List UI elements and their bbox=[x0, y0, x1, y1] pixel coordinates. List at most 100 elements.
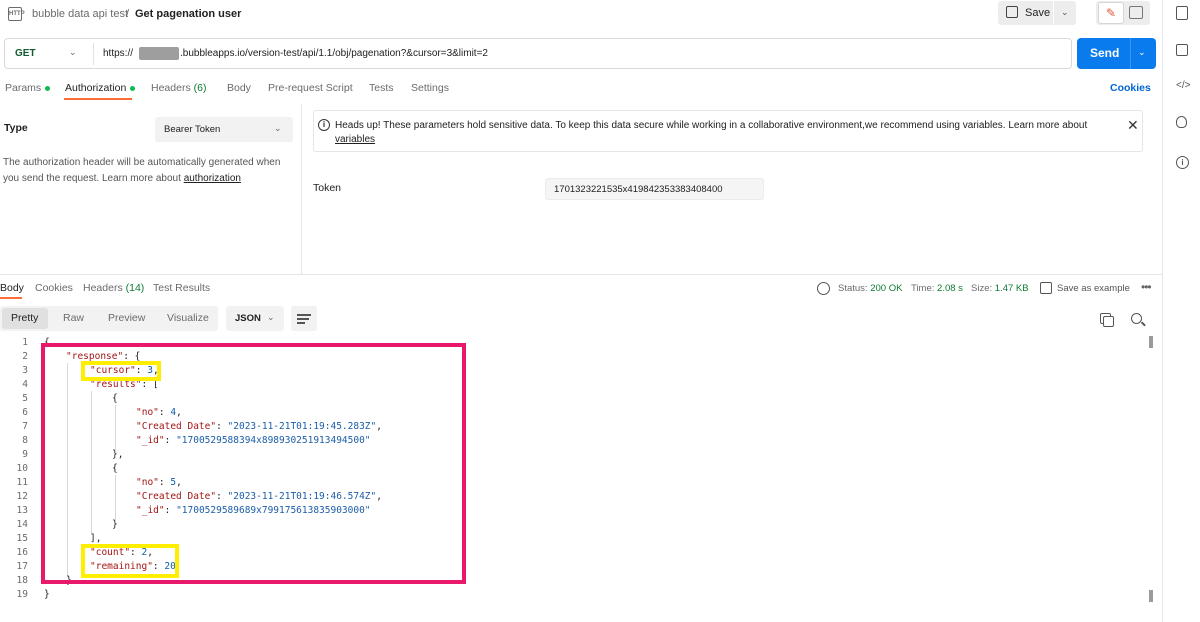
tab-authorization[interactable]: Authorization bbox=[65, 82, 136, 94]
response-tab-test-results[interactable]: Test Results bbox=[153, 282, 210, 294]
response-tab-headers-count: (14) bbox=[125, 282, 145, 294]
line-number: 9 bbox=[22, 449, 28, 460]
view-visualize[interactable]: Visualize bbox=[167, 312, 209, 324]
save-button[interactable]: Save ⌄ bbox=[998, 1, 1076, 25]
lightbulb-icon[interactable] bbox=[1176, 116, 1187, 128]
scrollbar-thumb[interactable] bbox=[1149, 590, 1153, 602]
info-icon[interactable]: i bbox=[1176, 156, 1189, 169]
size-readout[interactable]: Size: 1.47 KB bbox=[971, 283, 1029, 294]
tab-tests[interactable]: Tests bbox=[369, 82, 394, 94]
scrollbar-thumb[interactable] bbox=[1149, 336, 1153, 348]
format-select[interactable]: JSON ⌄ bbox=[226, 306, 284, 331]
method-select[interactable]: GET bbox=[15, 48, 36, 59]
auth-type-value: Bearer Token bbox=[164, 124, 221, 135]
wrap-icon bbox=[297, 314, 311, 316]
response-tab-headers-label: Headers bbox=[83, 282, 123, 294]
response-tab-body[interactable]: Body bbox=[0, 282, 24, 294]
save-icon bbox=[1006, 6, 1018, 18]
document-icon[interactable] bbox=[1129, 6, 1143, 19]
chevron-down-icon[interactable]: ⌄ bbox=[69, 47, 77, 58]
save-icon[interactable] bbox=[1040, 282, 1052, 294]
more-options-icon[interactable]: ••• bbox=[1141, 280, 1152, 294]
line-number: 1 bbox=[22, 337, 28, 348]
view-preview[interactable]: Preview bbox=[108, 312, 145, 324]
save-as-example-button[interactable]: Save as example bbox=[1057, 283, 1130, 294]
notice-body: Heads up! These parameters hold sensitiv… bbox=[335, 120, 1088, 131]
url-input[interactable]: .bubbleapps.io/version-test/api/1.1/obj/… bbox=[180, 48, 488, 59]
tab-prerequest-script[interactable]: Pre-request Script bbox=[268, 82, 353, 94]
token-label: Token bbox=[313, 182, 342, 194]
breadcrumb-collection[interactable]: bubble data api test bbox=[32, 8, 128, 20]
close-icon[interactable]: ✕ bbox=[1127, 117, 1139, 134]
tab-params-label: Params bbox=[5, 82, 42, 94]
wrap-lines-button[interactable] bbox=[291, 306, 317, 331]
url-divider bbox=[93, 43, 94, 65]
save-label: Save bbox=[1025, 7, 1051, 19]
size-label: Size: bbox=[971, 283, 993, 294]
line-number: 11 bbox=[16, 477, 28, 488]
line-number: 14 bbox=[16, 519, 28, 530]
chevron-down-icon: ⌄ bbox=[274, 123, 282, 133]
tab-headers-label: Headers bbox=[151, 82, 191, 94]
tab-body[interactable]: Body bbox=[227, 82, 251, 94]
chevron-down-icon[interactable]: ⌄ bbox=[1138, 47, 1146, 58]
save-divider bbox=[1053, 1, 1054, 25]
status-label: Status: bbox=[838, 283, 868, 294]
comments-icon[interactable] bbox=[1176, 44, 1188, 56]
type-label: Type bbox=[4, 122, 28, 134]
info-icon: i bbox=[318, 119, 330, 131]
tab-headers-count: (6) bbox=[193, 82, 207, 94]
view-pretty[interactable]: Pretty bbox=[11, 312, 38, 324]
line-number: 12 bbox=[16, 491, 28, 502]
auth-help-text: The authorization header will be automat… bbox=[3, 155, 295, 187]
search-icon bbox=[1141, 321, 1146, 327]
edit-mode-toggle[interactable]: ✎ bbox=[1096, 1, 1150, 25]
url-input-prefix[interactable]: https:// bbox=[103, 48, 133, 59]
line-number: 15 bbox=[16, 533, 28, 544]
view-mode-tabs: Pretty Raw Preview Visualize bbox=[0, 306, 218, 331]
top-bar: HTTP bubble data api test / Get pagenati… bbox=[0, 0, 1162, 30]
http-icon: HTTP bbox=[8, 7, 25, 21]
send-label: Send bbox=[1090, 46, 1120, 60]
time-readout[interactable]: Time: 2.08 s bbox=[911, 283, 963, 294]
pencil-icon[interactable]: ✎ bbox=[1098, 2, 1124, 24]
request-title[interactable]: Get pagenation user bbox=[135, 8, 241, 20]
tab-settings[interactable]: Settings bbox=[411, 82, 449, 94]
globe-icon[interactable] bbox=[817, 282, 830, 295]
status-readout[interactable]: Status: 200 OK bbox=[838, 283, 902, 294]
right-sidebar: </> i bbox=[1162, 0, 1200, 622]
active-tab-indicator bbox=[64, 98, 132, 100]
auth-type-select[interactable]: Bearer Token ⌄ bbox=[155, 117, 293, 142]
tab-headers[interactable]: Headers (6) bbox=[151, 82, 206, 94]
token-value: 1701323221535x419842353383408400 bbox=[554, 184, 723, 195]
chevron-down-icon[interactable]: ⌄ bbox=[1061, 7, 1069, 18]
breadcrumb-separator: / bbox=[126, 8, 130, 20]
code-icon[interactable]: </> bbox=[1176, 80, 1190, 94]
response-divider[interactable] bbox=[0, 274, 1162, 275]
line-number: 8 bbox=[22, 435, 28, 446]
line-number: 17 bbox=[16, 561, 28, 572]
documentation-icon[interactable] bbox=[1176, 6, 1188, 20]
status-dot bbox=[130, 85, 136, 91]
auth-type-panel: Type Bearer Token ⌄ The authorization he… bbox=[0, 104, 302, 274]
tab-params[interactable]: Params bbox=[5, 82, 51, 94]
time-value: 2.08 s bbox=[937, 283, 963, 294]
view-raw[interactable]: Raw bbox=[63, 312, 84, 324]
send-divider bbox=[1130, 38, 1131, 69]
scrollbar[interactable] bbox=[1149, 334, 1153, 604]
cookies-link[interactable]: Cookies bbox=[1110, 82, 1151, 94]
tab-authorization-label: Authorization bbox=[65, 82, 127, 94]
copy-icon[interactable] bbox=[1103, 316, 1114, 327]
line-number: 19 bbox=[16, 589, 28, 600]
token-input[interactable]: 1701323221535x419842353383408400 bbox=[545, 178, 764, 200]
send-button[interactable]: Send ⌄ bbox=[1077, 38, 1156, 69]
chevron-down-icon: ⌄ bbox=[267, 312, 275, 322]
line-number: 6 bbox=[22, 407, 28, 418]
response-tab-headers[interactable]: Headers (14) bbox=[83, 282, 144, 294]
line-number: 16 bbox=[16, 547, 28, 558]
authorization-link[interactable]: authorization bbox=[184, 173, 241, 184]
url-bar[interactable]: GET ⌄ https:// .bubbleapps.io/version-te… bbox=[4, 38, 1072, 69]
variables-link[interactable]: variables bbox=[335, 134, 375, 145]
response-tab-cookies[interactable]: Cookies bbox=[35, 282, 73, 294]
annotation-box-cursor bbox=[81, 361, 161, 381]
